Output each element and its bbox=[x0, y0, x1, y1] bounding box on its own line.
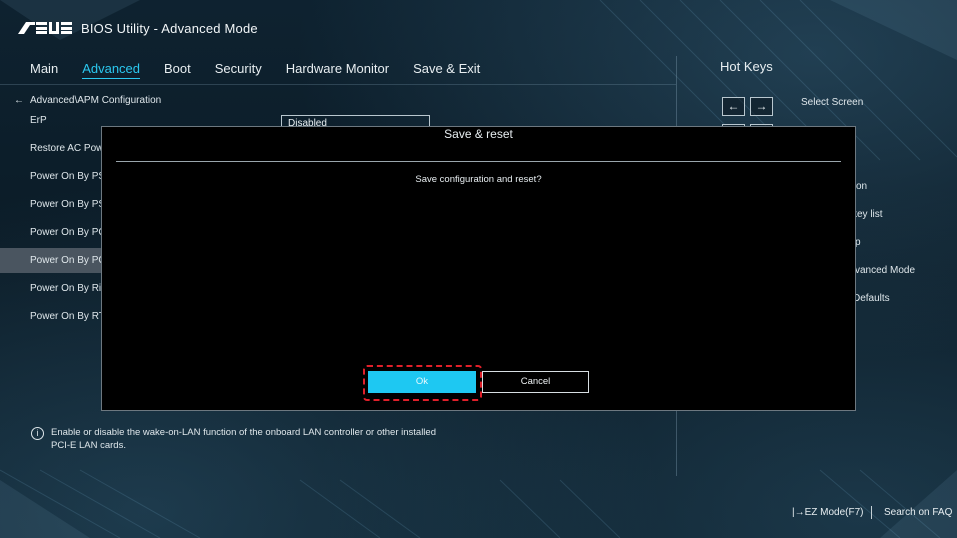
cancel-button[interactable]: Cancel bbox=[482, 371, 589, 393]
ok-button[interactable]: Ok bbox=[368, 371, 476, 393]
setting-power-on-pci-e-selected[interactable]: Power On By PCI bbox=[0, 248, 110, 273]
hotkey-select-screen: Select Screen bbox=[801, 97, 864, 108]
dialog-message: Save configuration and reset? bbox=[415, 174, 542, 185]
setting-erp[interactable]: ErP bbox=[0, 108, 110, 133]
setting-power-on-pci-e[interactable]: Power On By PCI bbox=[0, 220, 110, 245]
help-text: Enable or disable the wake-on-LAN functi… bbox=[51, 427, 436, 451]
breadcrumb-path: Advanced\APM Configuration bbox=[30, 95, 162, 106]
dialog-title: Save & reset bbox=[444, 127, 513, 141]
exit-icon: |→ bbox=[792, 507, 805, 518]
setting-power-on-ps2-mouse[interactable]: Power On By PS/ bbox=[0, 192, 110, 217]
hotkeys-title: Hot Keys bbox=[720, 59, 773, 74]
search-faq-link[interactable]: Search on FAQ bbox=[884, 507, 952, 518]
setting-power-on-ps2-keyboard[interactable]: Power On By PS/ bbox=[0, 164, 110, 189]
hotkey-label: Defaults bbox=[853, 293, 890, 304]
tab-boot[interactable]: Boot bbox=[164, 61, 191, 79]
asus-logo bbox=[18, 22, 72, 34]
tab-hardware-monitor[interactable]: Hardware Monitor bbox=[286, 61, 389, 79]
hotkey-label: key list bbox=[852, 209, 883, 220]
setting-power-on-rtc[interactable]: Power On By RTC bbox=[0, 304, 110, 329]
tab-security[interactable]: Security bbox=[215, 61, 262, 79]
setting-restore-ac-power[interactable]: Restore AC Powe bbox=[0, 136, 110, 161]
left-arrow-key-icon: ← bbox=[722, 97, 745, 116]
ez-mode-label: EZ Mode(F7) bbox=[804, 507, 864, 518]
window-title: BIOS Utility - Advanced Mode bbox=[81, 21, 258, 36]
hotkey-label: vanced Mode bbox=[855, 265, 916, 276]
footer-separator bbox=[871, 506, 872, 519]
dialog-separator bbox=[116, 161, 841, 162]
back-arrow-icon[interactable]: ← bbox=[14, 95, 24, 106]
breadcrumb[interactable]: ← Advanced\APM Configuration bbox=[14, 95, 161, 106]
ez-mode-button[interactable]: |→EZ Mode(F7) bbox=[792, 507, 864, 518]
tab-save-exit[interactable]: Save & Exit bbox=[413, 61, 480, 79]
tab-main[interactable]: Main bbox=[30, 61, 58, 79]
save-reset-dialog: Save & reset Save configuration and rese… bbox=[101, 126, 856, 411]
right-arrow-key-icon: → bbox=[750, 97, 773, 116]
setting-power-on-ring[interactable]: Power On By Rin bbox=[0, 276, 110, 301]
info-icon: i bbox=[31, 427, 44, 440]
hotkey-label: on bbox=[856, 181, 868, 192]
tab-advanced[interactable]: Advanced bbox=[82, 61, 141, 79]
help-section: i Enable or disable the wake-on-LAN func… bbox=[31, 426, 451, 452]
nav-divider bbox=[0, 84, 676, 85]
top-bar: BIOS Utility - Advanced Mode bbox=[0, 0, 957, 56]
main-nav: Main Advanced Boot Security Hardware Mon… bbox=[30, 61, 504, 79]
